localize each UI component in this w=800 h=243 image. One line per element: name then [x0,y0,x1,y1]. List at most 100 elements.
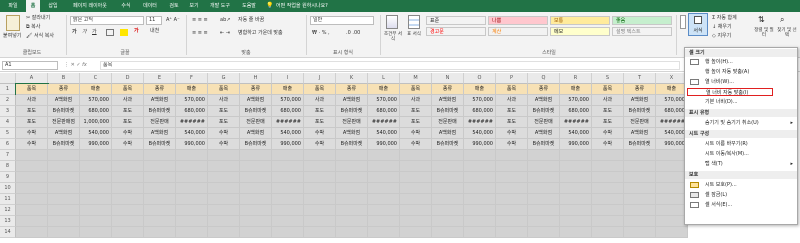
data-cell[interactable]: 680,000 [464,106,496,117]
data-cell[interactable]: 수박 [16,128,48,139]
data-cell[interactable]: A백화점 [528,128,560,139]
empty-cell[interactable] [528,183,560,194]
empty-cell[interactable] [432,227,464,238]
menu-format-cells[interactable]: 셀 서식(E)... [685,201,797,209]
data-cell[interactable]: 포도 [496,106,528,117]
empty-cell[interactable] [464,216,496,227]
data-cell[interactable]: 포도 [400,106,432,117]
data-cell[interactable]: A백화점 [240,128,272,139]
data-cell[interactable]: 570,000 [560,95,592,106]
empty-cell[interactable] [208,150,240,161]
align-left-icon[interactable]: ≡ ≡ ≡ [192,30,208,37]
data-cell[interactable]: 990,000 [464,139,496,150]
underline-button[interactable]: 가 [92,29,97,36]
empty-cell[interactable] [208,227,240,238]
decimal-icon[interactable]: .0 .00 [346,30,360,37]
empty-cell[interactable] [560,161,592,172]
empty-cell[interactable] [496,216,528,227]
empty-cell[interactable] [144,205,176,216]
data-cell[interactable]: 포도 [304,106,336,117]
data-cell[interactable]: 수박 [304,139,336,150]
data-cell[interactable]: A백화점 [240,95,272,106]
clear-button[interactable]: ◇ 지우기 [712,33,731,40]
empty-cell[interactable] [80,172,112,183]
empty-cell[interactable] [144,227,176,238]
empty-cell[interactable] [336,150,368,161]
data-cell[interactable]: ###### [368,117,400,128]
column-header[interactable]: F [176,73,208,84]
empty-cell[interactable] [48,216,80,227]
border-icon[interactable] [106,29,114,36]
data-cell[interactable]: ###### [176,117,208,128]
empty-cell[interactable] [464,183,496,194]
data-cell[interactable]: 수박 [496,139,528,150]
data-cell[interactable]: 전문판매 [432,117,464,128]
row-header[interactable]: 10 [0,183,16,194]
empty-cell[interactable] [336,205,368,216]
tab-review[interactable]: 검토 [166,0,182,12]
empty-cell[interactable] [560,227,592,238]
empty-cell[interactable] [624,172,656,183]
empty-cell[interactable] [368,194,400,205]
empty-cell[interactable] [528,216,560,227]
header-cell[interactable]: 품목 [15,83,49,96]
format-button[interactable]: 서식 [688,13,708,36]
empty-cell[interactable] [592,227,624,238]
empty-cell[interactable] [496,194,528,205]
empty-cell[interactable] [496,205,528,216]
empty-cell[interactable] [240,172,272,183]
number-format-select[interactable]: 일반 [310,16,374,25]
name-box[interactable]: A1 [2,61,58,70]
data-cell[interactable]: B슈퍼마켓 [240,139,272,150]
menu-protect-sheet[interactable]: 시트 보호(P)... [685,181,797,189]
empty-cell[interactable] [112,205,144,216]
data-cell[interactable]: A백화점 [144,128,176,139]
data-cell[interactable]: 990,000 [272,139,304,150]
empty-cell[interactable] [400,227,432,238]
formula-input[interactable]: 품목 [100,61,680,70]
empty-cell[interactable] [464,194,496,205]
column-header[interactable]: J [304,73,336,84]
paste-button[interactable]: 붙여넣기 [3,33,21,40]
menu-lock-cell[interactable]: 셀 잠금(L) [685,191,797,199]
data-cell[interactable]: 수박 [592,128,624,139]
empty-cell[interactable] [16,216,48,227]
row-header[interactable]: 2 [0,95,16,106]
menu-autofit-row-height[interactable]: 행 높이 자동 맞춤(A) [685,68,797,76]
style-normal[interactable]: 표준 [426,16,486,25]
format-painter-button[interactable]: 🖌 서식 복사 [26,33,54,40]
empty-cell[interactable] [176,194,208,205]
empty-cell[interactable] [528,227,560,238]
data-cell[interactable]: 수박 [400,139,432,150]
empty-cell[interactable] [144,194,176,205]
empty-cell[interactable] [624,183,656,194]
column-header[interactable]: O [464,73,496,84]
column-header[interactable]: P [496,73,528,84]
data-cell[interactable]: 포도 [592,117,624,128]
find-select-button[interactable]: 찾기 및 선택 [776,28,798,38]
data-cell[interactable]: 포도 [112,106,144,117]
empty-cell[interactable] [176,205,208,216]
data-cell[interactable]: 전문판매점 [48,117,80,128]
empty-cell[interactable] [112,194,144,205]
data-cell[interactable]: 포도 [112,117,144,128]
menu-default-width[interactable]: 기본 너비(D)... [685,98,797,106]
empty-cell[interactable] [304,172,336,183]
empty-cell[interactable] [624,150,656,161]
empty-cell[interactable] [400,161,432,172]
data-cell[interactable]: A백화점 [432,128,464,139]
empty-cell[interactable] [400,216,432,227]
data-cell[interactable]: 540,000 [464,128,496,139]
empty-cell[interactable] [16,227,48,238]
data-cell[interactable]: B슈퍼마켓 [432,139,464,150]
empty-cell[interactable] [48,161,80,172]
data-cell[interactable]: 포도 [400,117,432,128]
data-cell[interactable]: 포도 [208,106,240,117]
column-header[interactable]: Q [528,73,560,84]
empty-cell[interactable] [16,194,48,205]
empty-cell[interactable] [80,183,112,194]
empty-cell[interactable] [400,205,432,216]
fill-color-icon[interactable] [120,29,128,36]
tab-file[interactable]: 파일 [4,0,22,12]
empty-cell[interactable] [208,205,240,216]
